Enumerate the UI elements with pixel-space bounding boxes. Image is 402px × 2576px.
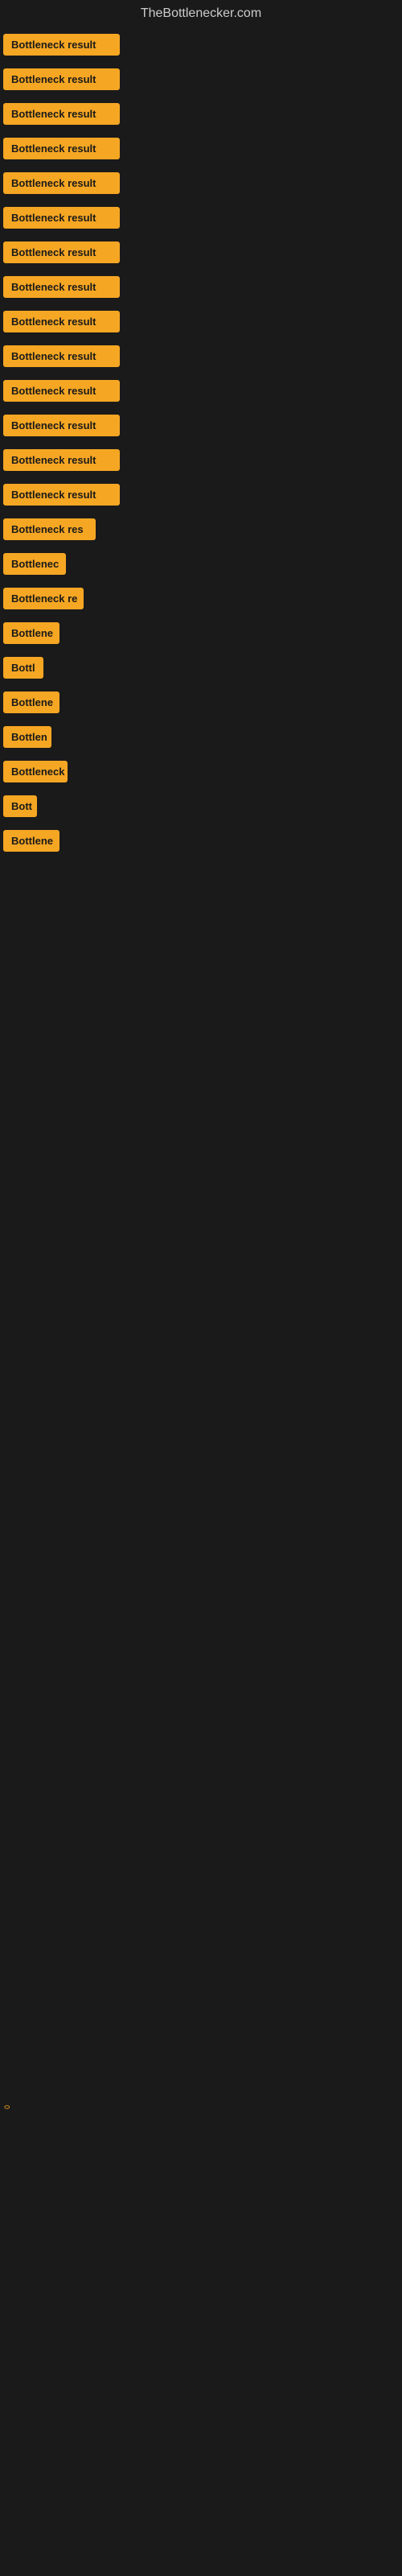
bar-row-3: Bottleneck result	[0, 97, 402, 131]
bar-row-10: Bottleneck result	[0, 339, 402, 374]
bar-row-22: Bottleneck	[0, 754, 402, 789]
bar-row-17: Bottleneck re	[0, 581, 402, 616]
bottleneck-bar-7: Bottleneck result	[3, 242, 120, 263]
bar-row-12: Bottleneck result	[0, 408, 402, 443]
bar-row-16: Bottlenec	[0, 547, 402, 581]
bottleneck-bar-8: Bottleneck result	[3, 276, 120, 298]
bar-row-23: Bott	[0, 789, 402, 824]
bars-container: Bottleneck result Bottleneck result Bottle…	[0, 27, 402, 858]
bottleneck-bar-2: Bottleneck result	[3, 68, 120, 90]
bottleneck-bar-16: Bottlenec	[3, 553, 66, 575]
bottleneck-bar-12: Bottleneck result	[3, 415, 120, 436]
bar-row-18: Bottlene	[0, 616, 402, 650]
bottleneck-bar-23: Bott	[3, 795, 37, 817]
bottleneck-bar-4: Bottleneck result	[3, 138, 120, 159]
bar-row-7: Bottleneck result	[0, 235, 402, 270]
bar-row-1: Bottleneck result	[0, 27, 402, 62]
bottleneck-bar-9: Bottleneck result	[3, 311, 120, 332]
bottleneck-bar-6: Bottleneck result	[3, 207, 120, 229]
bar-row-24: Bottlene	[0, 824, 402, 858]
bar-row-20: Bottlene	[0, 685, 402, 720]
bottleneck-bar-10: Bottleneck result	[3, 345, 120, 367]
bottleneck-bar-19: Bottl	[3, 657, 43, 679]
bar-row-9: Bottleneck result	[0, 304, 402, 339]
bottleneck-bar-24: Bottlene	[3, 830, 59, 852]
bottleneck-bar-14: Bottleneck result	[3, 484, 120, 506]
bottom-axis-label: 0	[3, 2105, 11, 2109]
bar-row-13: Bottleneck result	[0, 443, 402, 477]
bottleneck-bar-20: Bottlene	[3, 691, 59, 713]
bottleneck-bar-13: Bottleneck result	[3, 449, 120, 471]
site-title: TheBottlenecker.com	[0, 0, 402, 27]
bar-row-11: Bottleneck result	[0, 374, 402, 408]
bottleneck-bar-15: Bottleneck res	[3, 518, 96, 540]
bar-row-5: Bottleneck result	[0, 166, 402, 200]
bar-row-4: Bottleneck result	[0, 131, 402, 166]
bar-row-21: Bottlen	[0, 720, 402, 754]
bottleneck-bar-1: Bottleneck result	[3, 34, 120, 56]
bar-row-8: Bottleneck result	[0, 270, 402, 304]
bar-row-6: Bottleneck result	[0, 200, 402, 235]
bottleneck-bar-5: Bottleneck result	[3, 172, 120, 194]
bottleneck-bar-11: Bottleneck result	[3, 380, 120, 402]
bottleneck-bar-18: Bottlene	[3, 622, 59, 644]
bottleneck-bar-21: Bottlen	[3, 726, 51, 748]
bottleneck-bar-17: Bottleneck re	[3, 588, 84, 609]
bar-row-14: Bottleneck result	[0, 477, 402, 512]
bottleneck-bar-3: Bottleneck result	[3, 103, 120, 125]
bottleneck-bar-22: Bottleneck	[3, 761, 68, 782]
bar-row-15: Bottleneck res	[0, 512, 402, 547]
bar-row-2: Bottleneck result	[0, 62, 402, 97]
bar-row-19: Bottl	[0, 650, 402, 685]
